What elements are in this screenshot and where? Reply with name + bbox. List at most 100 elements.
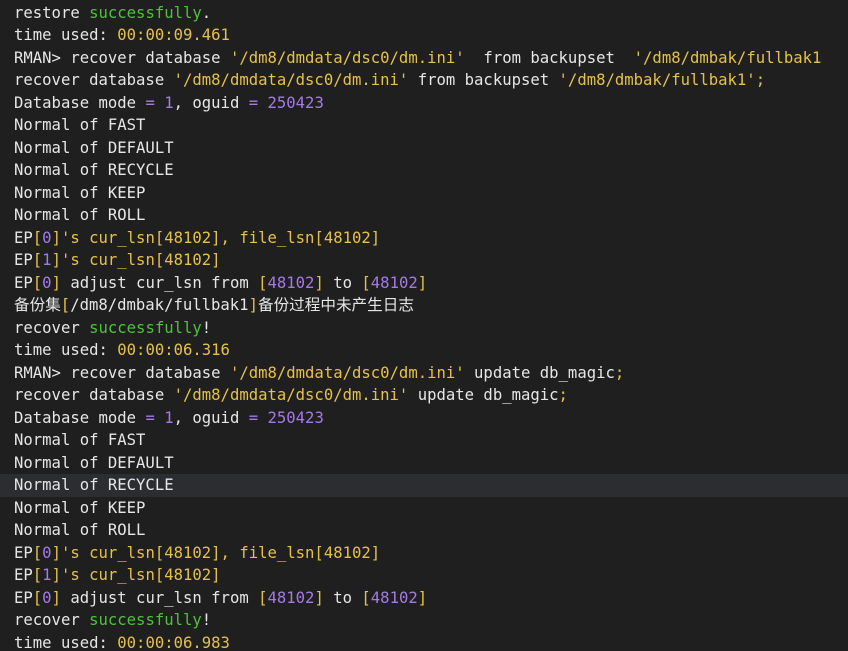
terminal-text-segment: ; [558,386,568,404]
terminal-line: Normal of KEEP [0,497,848,520]
terminal-text-segment: 备份过程中未产生日志 [257,296,414,314]
terminal-text-segment: 1 [42,566,52,584]
terminal-text-segment: adjust cur_lsn from [60,588,259,607]
terminal-text-segment: 00:00:09.461 [117,26,230,44]
terminal-line: time used: 00:00:06.983 [0,632,848,651]
terminal-text-segment: Normal of KEEP [14,183,146,202]
terminal-line: Normal of FAST [0,114,848,137]
terminal-text-segment: [ [32,588,43,607]
terminal-text-segment: 00:00:06.316 [117,341,230,359]
terminal-line: recover successfully! [0,609,848,632]
terminal-text-segment: '/dm8/dmdata/dsc0/dm.ini' [173,386,409,404]
terminal-text-segment: 00:00:06.983 [117,633,230,651]
terminal-text-segment: EP [14,273,33,292]
terminal-text-segment: to [323,273,362,292]
terminal-text-segment: Normal of FAST [14,431,146,449]
terminal-text-segment: 250423 [267,93,324,112]
terminal-text-segment: 48102 [370,273,418,292]
terminal-text-segment: time used: [14,341,118,359]
terminal-text-segment: [ [32,273,43,292]
terminal-text-segment: Database mode [14,93,146,112]
terminal-text-segment: 250423 [267,408,324,427]
terminal-text-segment: 48102 [267,273,315,292]
terminal-text-segment: adjust cur_lsn from [60,273,259,292]
terminal-line: time used: 00:00:09.461 [0,24,848,47]
terminal-text-segment: EP [14,588,33,607]
terminal-text-segment: RMAN> recover database [14,48,230,67]
terminal-text-segment: '/dm8/dmbak/fullbak1 [633,48,822,67]
terminal-text-segment: [ [258,588,268,607]
terminal-line: time used: 00:00:06.316 [0,339,848,362]
terminal-text-segment: 备份集 [14,296,61,314]
terminal-window[interactable]: restore successfully. time used: 00:00:09… [0,0,848,651]
terminal-text-segment: ! [201,611,212,629]
terminal-line: EP[0]'s cur_lsn[48102], file_lsn[48102] [0,542,848,565]
terminal-text-segment: ; [614,363,625,382]
terminal-text-segment: Normal of FAST [14,116,146,134]
terminal-text-segment: , oguid [173,93,249,112]
terminal-text-segment: ! [201,318,212,337]
terminal-text-segment: Normal of RECYCLE [14,161,174,179]
terminal-line: Database mode = 1, oguid = 250423 [0,407,848,430]
terminal-text-segment: 48102 [267,588,315,607]
terminal-text-segment: [ [32,228,43,247]
terminal-line: EP[1]'s cur_lsn[48102] [0,564,848,587]
terminal-line: Normal of DEFAULT [0,137,848,160]
terminal-line: recover database '/dm8/dmdata/dsc0/dm.in… [0,69,848,92]
terminal-text-segment: EP [14,543,33,562]
terminal-text-segment: recover [14,318,90,337]
terminal-text-segment: [ [32,566,43,584]
terminal-line: Normal of ROLL [0,204,848,227]
terminal-text-segment: = [145,93,155,112]
terminal-text-segment: = [248,408,259,427]
terminal-text-segment: 1 [164,93,174,112]
terminal-text-segment: 1 [42,251,52,269]
terminal-text-segment: 0 [42,588,52,607]
terminal-text-segment: RMAN> recover database [14,363,230,382]
terminal-text-segment: time used: [14,26,118,44]
terminal-text-segment: Normal of ROLL [14,521,146,539]
terminal-text-segment: ] [417,588,428,607]
terminal-text-segment: [ [32,251,43,269]
terminal-text-segment: 's cur_lsn[48102] [60,251,221,269]
terminal-text-segment: EP [14,566,33,584]
terminal-line: EP[1]'s cur_lsn[48102] [0,249,848,272]
terminal-text-segment: recover database [14,71,174,89]
terminal-text-segment: /dm8/dmbak/fullbak1 [70,296,249,314]
terminal-text-segment: ] [314,588,324,607]
terminal-text-segment: update db_magic [408,386,559,404]
terminal-text-segment: '/dm8/dmdata/dsc0/dm.ini' [229,48,465,67]
terminal-text-segment: Normal of RECYCLE [14,476,174,494]
terminal-text-segment: to [323,588,362,607]
terminal-line: RMAN> recover database '/dm8/dmdata/dsc0… [0,362,848,385]
terminal-line: RMAN> recover database '/dm8/dmdata/dsc0… [0,47,848,70]
terminal-text-segment: = [145,408,155,427]
terminal-text-segment: from backupset [408,71,559,89]
terminal-text-segment: ] [248,296,258,314]
terminal-text-segment: 0 [42,273,52,292]
terminal-text-segment: time used: [14,633,118,651]
terminal-text-segment: recover database [14,386,174,404]
terminal-line: Normal of ROLL [0,519,848,542]
terminal-text-segment: ] [51,543,61,562]
terminal-text-segment: ; [755,71,766,89]
terminal-line: EP[0] adjust cur_lsn from [48102] to [48… [0,587,848,610]
terminal-text-segment: [ [258,273,268,292]
terminal-text-segment: restore [14,3,90,22]
terminal-text-segment: update db_magic [464,363,615,382]
terminal-text-segment: 48102 [370,588,418,607]
terminal-text-segment: recover [14,611,90,629]
terminal-text-segment: Normal of DEFAULT [14,453,174,472]
terminal-line: Normal of RECYCLE [0,474,848,497]
terminal-line: 备份集[/dm8/dmbak/fullbak1]备份过程中未产生日志 [0,294,848,317]
terminal-text-segment: ] [51,566,61,584]
terminal-text-segment: EP [14,228,33,247]
terminal-text-segment: [ [60,296,71,314]
terminal-text-segment: '/dm8/dmdata/dsc0/dm.ini' [229,363,465,382]
terminal-text-segment: Normal of DEFAULT [14,138,174,157]
terminal-text-segment: 's cur_lsn[48102], file_lsn[48102] [60,228,381,247]
terminal-text-segment: ] [51,251,61,269]
terminal-line: restore successfully. [0,2,848,25]
